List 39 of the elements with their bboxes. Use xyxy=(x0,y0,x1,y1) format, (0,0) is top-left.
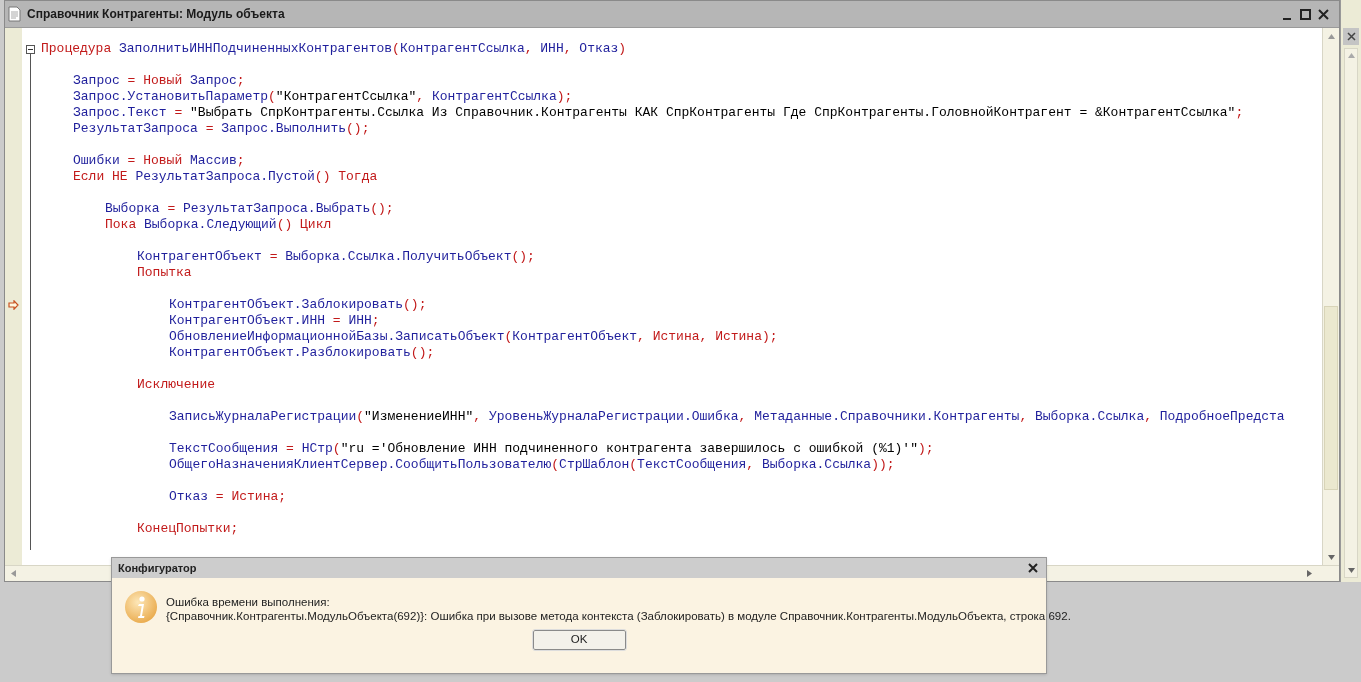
code-line: Если НЕ РезультатЗапроса.Пустой() Тогда xyxy=(73,169,378,185)
code-line: Запрос = Новый Запрос; xyxy=(73,73,245,89)
close-icon[interactable] xyxy=(1346,32,1356,41)
code-line: КонтрагентОбъект.Заблокировать(); xyxy=(169,297,427,313)
code-line: КонецПопытки; xyxy=(137,521,239,537)
code-line: КонтрагентОбъект.Разблокировать(); xyxy=(169,345,435,361)
code-line: ОбновлениеИнформационнойБазы.ЗаписатьОбъект(КонтрагентОбъект, Истина, Истина); xyxy=(169,329,778,345)
ok-button[interactable]: OK xyxy=(532,630,626,650)
vertical-scrollbar[interactable] xyxy=(1344,48,1358,578)
error-heading: Ошибка времени выполнения: xyxy=(166,595,331,609)
error-message: {Справочник.Контрагенты.МодульОбъекта(692)}: Ошибка при вызове метода контекста (Заблокировать) в модуле Справочник.Контрагенты.МодульОбъекта, строка 692. xyxy=(166,609,1071,623)
code-line: Запрос.УстановитьПараметр("КонтрагентСсылка", КонтрагентСсылка); xyxy=(73,89,573,105)
close-button[interactable] xyxy=(1026,561,1040,575)
code-line: Процедура ЗаполнитьИННПодчиненныхКонтрагентов(КонтрагентСсылка, ИНН, Отказ) xyxy=(41,41,627,57)
dialog-title: Конфигуратор xyxy=(118,560,197,576)
scrollbar-thumb[interactable] xyxy=(1324,306,1338,490)
code-line: ОбщегоНазначенияКлиентСервер.СообщитьПользователю(СтрШаблон(ТекстСообщения, Выборка.Ссылка)); xyxy=(169,457,895,473)
code-line: Исключение xyxy=(137,377,215,393)
code-line: Выборка = РезультатЗапроса.Выбрать(); xyxy=(105,201,394,217)
code-line: ТекстСообщения = НСтр("ru ='Обновление ИНН подчиненного контрагента завершилось с ошибкой (%1)'"); xyxy=(169,441,934,457)
code-line: Попытка xyxy=(137,265,192,281)
left-arrow-icon xyxy=(10,570,16,577)
code-line: Запрос.Текст = "Выбрать СпрКонтрагенты.Ссылка Из Справочник.Контрагенты КАК СпрКонтрагенты Где СпрКонтрагенты.ГоловнойКонтрагент = &КонтрагентСсылка"; xyxy=(73,105,1244,121)
code-line: Пока Выборка.Следующий() Цикл xyxy=(105,217,332,233)
code-line: КонтрагентОбъект = Выборка.Ссылка.ПолучитьОбъект(); xyxy=(137,249,535,265)
info-icon xyxy=(124,590,158,624)
collapse-icon[interactable] xyxy=(26,45,35,54)
vertical-scrollbar[interactable] xyxy=(1322,28,1339,565)
document-icon xyxy=(8,6,21,22)
code-line: Ошибки = Новый Массив; xyxy=(73,153,245,169)
code-line: РезультатЗапроса = Запрос.Выполнить(); xyxy=(73,121,370,137)
right-arrow-icon xyxy=(1306,570,1312,577)
code-line: ЗаписьЖурналаРегистрации("ИзменениеИНН", УровеньЖурналаРегистрации.Ошибка, Метаданные.Справочники.Контрагенты, Выборка.Ссылка, ПодробноеПредста xyxy=(169,409,1285,425)
up-arrow-icon xyxy=(1327,33,1335,39)
code-line: Отказ = Истина; xyxy=(169,489,287,505)
down-arrow-icon xyxy=(1327,554,1335,560)
scroll-down-icon[interactable] xyxy=(1347,568,1355,573)
code-line: КонтрагентОбъект.ИНН = ИНН; xyxy=(169,313,380,329)
window-title: Справочник Контрагенты: Модуль объекта xyxy=(27,6,285,23)
